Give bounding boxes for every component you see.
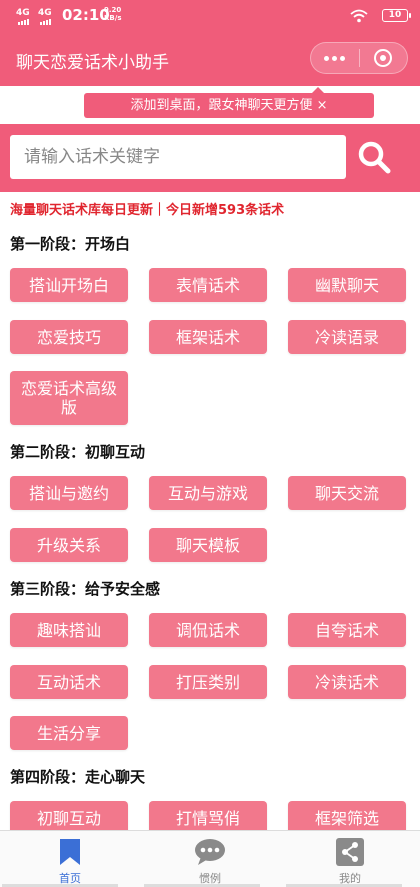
battery-indicator: 10 — [382, 9, 411, 22]
tag-button[interactable]: 恋爱技巧 — [10, 320, 128, 354]
net-speed-unit: KB/s — [104, 14, 122, 22]
more-button[interactable] — [311, 43, 359, 73]
signal-2-icon — [40, 19, 51, 25]
tag-button[interactable]: 幽默聊天 — [288, 268, 406, 302]
tag-button[interactable]: 自夸话术 — [288, 613, 406, 647]
bookmark-icon — [59, 837, 81, 867]
network-type-2: 4G — [38, 8, 52, 18]
tag-button[interactable]: 冷读话术 — [288, 665, 406, 699]
tab-bar: 首页 惯例 我的 — [0, 830, 420, 887]
signal-1-icon — [18, 19, 29, 25]
tag-button[interactable]: 搭讪开场白 — [10, 268, 128, 302]
nav-bar: 聊天恋爱话术小助手 — [0, 32, 420, 86]
section-title-2: 第二阶段：初聊互动 — [10, 443, 146, 461]
network-type-1: 4G — [16, 8, 30, 18]
tag-button[interactable]: 表情话术 — [149, 268, 267, 302]
status-bar: 4G 4G 02:10 9.20 KB/s 10 — [0, 0, 420, 32]
miniprogram-capsule — [310, 42, 408, 74]
update-notice: 海量聊天话术库每日更新｜今日新增593条话术 — [10, 203, 285, 218]
close-ring-icon — [374, 49, 393, 67]
tag-button[interactable]: 调侃话术 — [149, 613, 267, 647]
tag-button[interactable]: 互动话术 — [10, 665, 128, 699]
search-icon — [358, 141, 391, 174]
tag-button[interactable]: 打压类别 — [149, 665, 267, 699]
tag-button[interactable]: 冷读语录 — [288, 320, 406, 354]
tag-button[interactable]: 趣味搭讪 — [10, 613, 128, 647]
wifi-icon — [350, 8, 368, 27]
search-button[interactable] — [352, 134, 396, 180]
chat-bubble-icon — [194, 837, 226, 867]
tag-button[interactable]: 框架话术 — [149, 320, 267, 354]
tab-home[interactable]: 首页 — [0, 831, 140, 887]
section-title-1: 第一阶段：开场白 — [10, 235, 131, 253]
tag-button[interactable]: 搭讪与邀约 — [10, 476, 128, 510]
tab-examples[interactable]: 惯例 — [140, 831, 280, 887]
section-title-4: 第四阶段：走心聊天 — [10, 768, 146, 786]
search-input[interactable] — [10, 135, 346, 179]
share-icon — [336, 837, 364, 867]
tag-button[interactable]: 聊天模板 — [149, 528, 267, 562]
tag-button[interactable]: 升级关系 — [10, 528, 128, 562]
search-bar — [0, 124, 420, 192]
tag-button[interactable]: 聊天交流 — [288, 476, 406, 510]
tag-button[interactable]: 生活分享 — [10, 716, 128, 750]
net-speed-value: 9.20 — [104, 6, 122, 14]
tag-button[interactable]: 互动与游戏 — [149, 476, 267, 510]
more-dots-icon — [324, 55, 346, 61]
tag-button[interactable]: 恋爱话术高级版 — [10, 371, 128, 425]
section-title-3: 第三阶段：给予安全感 — [10, 580, 161, 598]
add-to-desktop-tip[interactable]: 添加到桌面，跟女神聊天更方便 × — [84, 87, 374, 118]
close-button[interactable] — [359, 43, 407, 73]
net-speed: 9.20 KB/s — [104, 6, 121, 22]
tab-mine[interactable]: 我的 — [280, 831, 420, 887]
app-title: 聊天恋爱话术小助手 — [16, 53, 169, 73]
clock: 02:10 — [62, 6, 110, 24]
